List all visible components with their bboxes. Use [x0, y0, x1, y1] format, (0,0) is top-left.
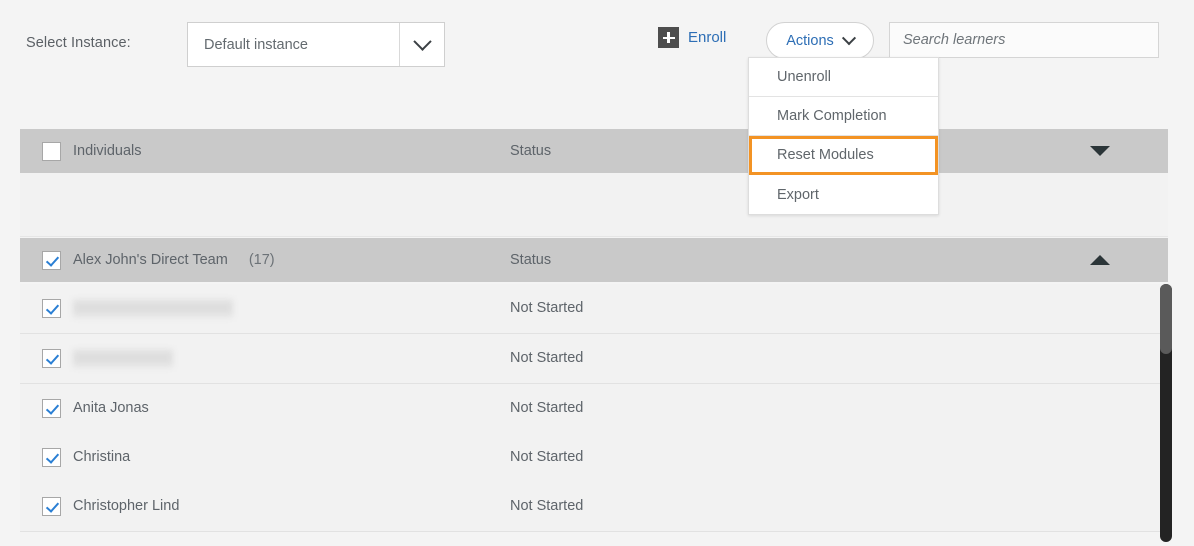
row-status: Not Started — [510, 300, 584, 317]
row-name-label: Anita Jonas — [73, 400, 149, 417]
group-header-individuals[interactable]: Individuals Status — [20, 129, 1168, 173]
group-team-status-header: Status — [510, 252, 552, 268]
vertical-scrollbar[interactable] — [1160, 284, 1172, 542]
group-individuals-name-cell: Individuals — [42, 141, 142, 161]
table-row[interactable]: Not Started — [20, 284, 1168, 334]
scrollbar-thumb[interactable] — [1160, 284, 1172, 354]
individuals-empty-row — [20, 173, 1168, 237]
menu-item-export[interactable]: Export — [749, 175, 938, 214]
group-header-direct-team[interactable]: Alex John's Direct Team (17) Status — [20, 238, 1168, 282]
row-name-cell: Anita Jonas — [42, 398, 149, 418]
row-checkbox[interactable] — [42, 298, 61, 318]
table-row[interactable]: Christopher Lind Not Started — [20, 482, 1168, 532]
redacted-name — [73, 348, 173, 368]
table-row[interactable]: Not Started — [20, 334, 1168, 384]
group-team-label: Alex John's Direct Team — [73, 252, 228, 268]
row-status: Not Started — [510, 400, 584, 417]
menu-item-unenroll[interactable]: Unenroll — [749, 58, 938, 97]
row-status: Not Started — [510, 449, 584, 466]
row-status: Not Started — [510, 498, 584, 515]
group-individuals-status-header: Status — [510, 143, 552, 159]
group-team-name-cell: Alex John's Direct Team (17) — [42, 250, 275, 270]
row-name-cell: Christina — [42, 447, 131, 467]
row-checkbox[interactable] — [42, 447, 61, 467]
row-checkbox[interactable] — [42, 398, 61, 418]
group-team-checkbox[interactable] — [42, 250, 61, 270]
group-individuals-checkbox[interactable] — [42, 141, 61, 161]
row-name-label: Christina — [73, 449, 131, 466]
table-row[interactable]: Christina Not Started — [20, 433, 1168, 483]
caret-down-icon[interactable] — [1090, 146, 1110, 156]
row-name-cell: Christopher Lind — [42, 496, 180, 516]
row-name-label: Christopher Lind — [73, 498, 180, 515]
row-name-cell — [42, 298, 233, 318]
actions-dropdown-menu[interactable]: Unenroll Mark Completion Reset Modules E… — [748, 57, 939, 215]
caret-up-icon[interactable] — [1090, 255, 1110, 265]
row-checkbox[interactable] — [42, 348, 61, 368]
learners-table: Individuals Status Alex John's Direct Te… — [0, 0, 1194, 546]
row-name-cell — [42, 348, 173, 368]
row-checkbox[interactable] — [42, 496, 61, 516]
menu-item-reset-modules[interactable]: Reset Modules — [749, 136, 938, 175]
group-individuals-label: Individuals — [73, 143, 142, 159]
table-row[interactable]: Anita Jonas Not Started — [20, 384, 1168, 434]
menu-item-mark-completion[interactable]: Mark Completion — [749, 97, 938, 136]
group-team-count: (17) — [248, 252, 275, 268]
row-status: Not Started — [510, 350, 584, 367]
redacted-name — [73, 298, 233, 318]
